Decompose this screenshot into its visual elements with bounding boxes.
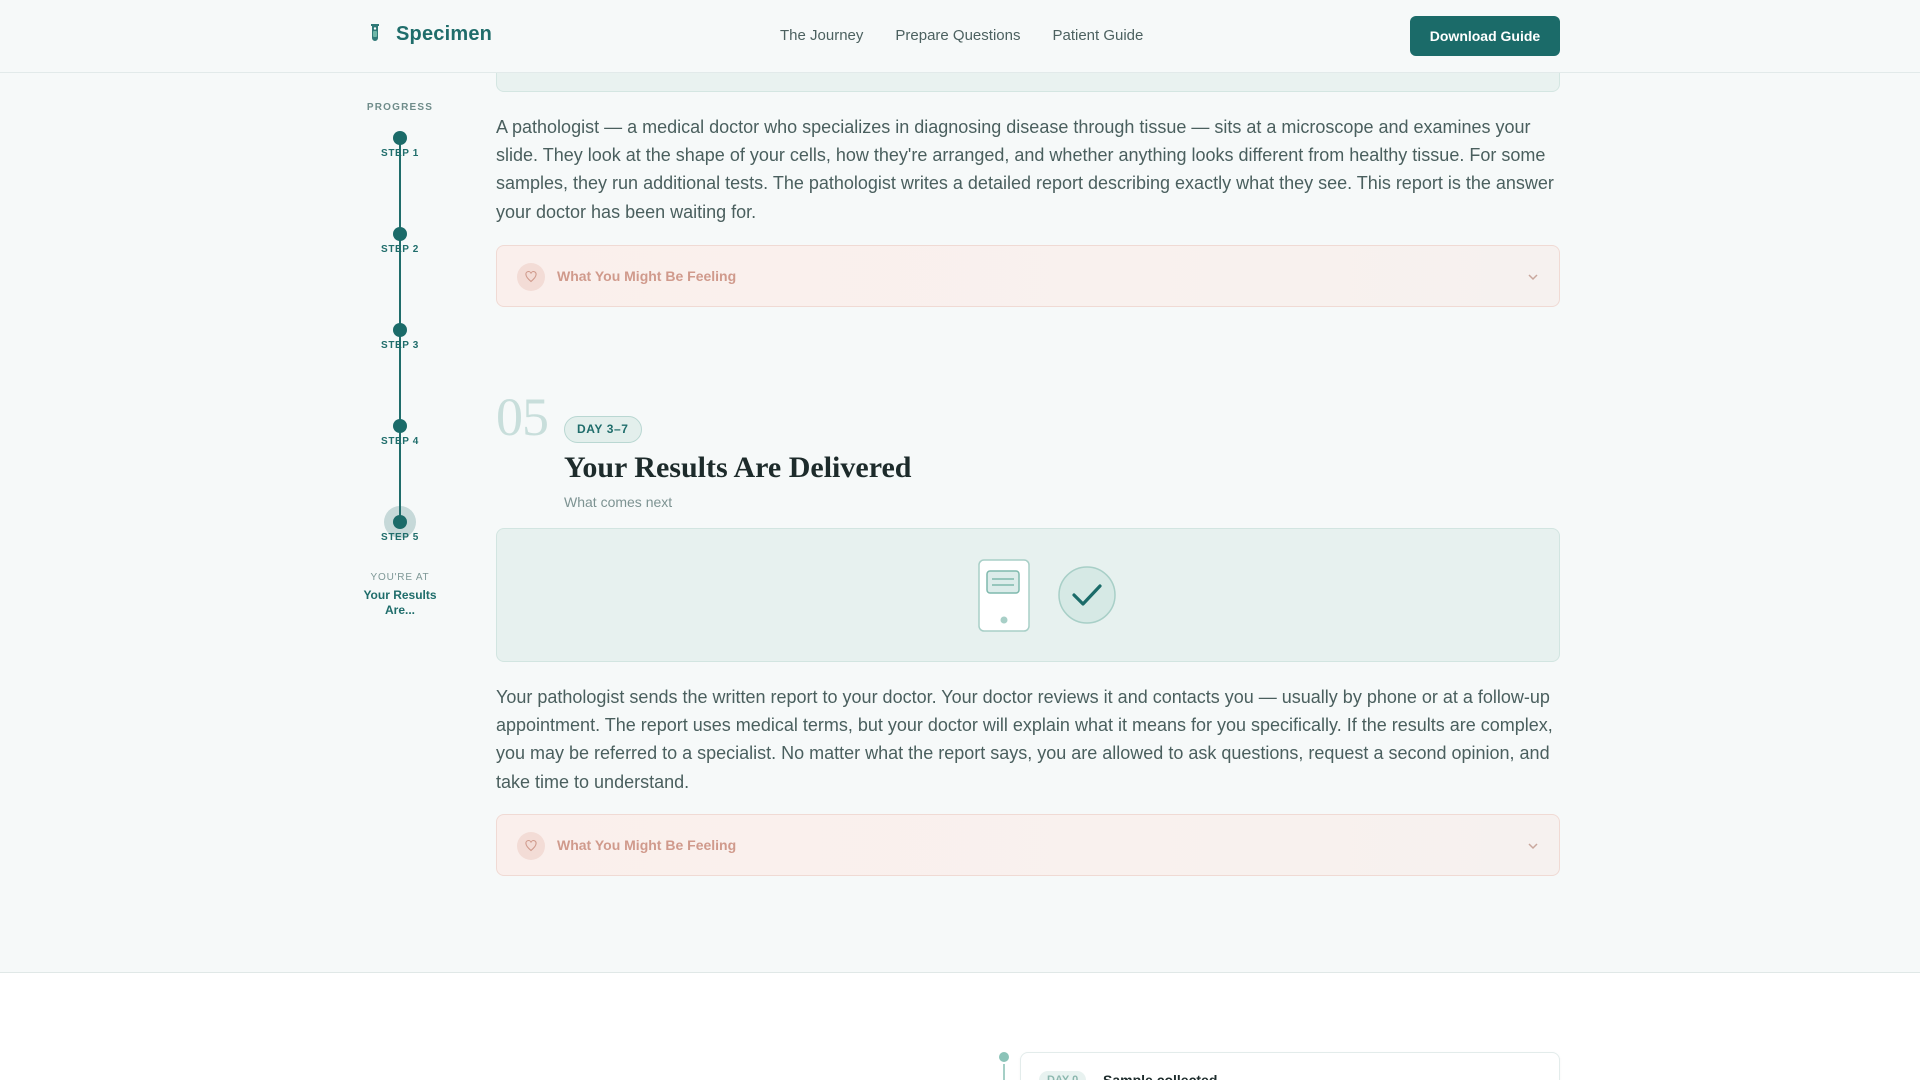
progress-title: PROGRESS xyxy=(366,102,434,113)
step-dot-current xyxy=(393,515,407,529)
checkmark-circle-icon xyxy=(1058,566,1116,624)
step-title: Your Results Are Delivered xyxy=(564,451,912,484)
step-label: STEP 4 xyxy=(381,436,419,447)
step-dot xyxy=(393,419,407,433)
step-label: STEP 1 xyxy=(381,148,419,159)
heart-icon xyxy=(517,832,545,860)
heart-icon xyxy=(517,263,545,291)
brand-logo[interactable]: Specimen xyxy=(366,22,492,46)
nav-link-the-journey[interactable]: The Journey xyxy=(780,27,863,44)
report-illustration xyxy=(978,559,1116,632)
step-label: STEP 2 xyxy=(381,244,419,255)
report-document-icon xyxy=(978,559,1030,632)
step-dot xyxy=(393,323,407,337)
event-title: Sample collected xyxy=(1103,1072,1218,1080)
nav-link-prepare-questions[interactable]: Prepare Questions xyxy=(895,27,1020,44)
youre-at-label: YOU'RE AT xyxy=(370,572,430,583)
current-step-name: Your Results Are... xyxy=(363,588,437,617)
timeline-line xyxy=(1003,1064,1005,1080)
step-label: STEP 5 xyxy=(381,532,419,543)
timeline-dot xyxy=(999,1052,1009,1062)
step-subtitle: What comes next xyxy=(564,494,673,510)
step-dot xyxy=(393,131,407,145)
step-label: STEP 3 xyxy=(381,340,419,351)
timeline-event-card[interactable]: DAY 0 Sample collected xyxy=(1020,1052,1560,1080)
main-nav: The Journey Prepare Questions Patient Gu… xyxy=(780,27,1143,44)
chevron-down-icon xyxy=(1528,274,1538,281)
step-4-body: A pathologist — a medical doctor who spe… xyxy=(496,117,1554,222)
day-badge: DAY 3–7 xyxy=(564,416,642,443)
specimen-tube-icon xyxy=(371,24,379,41)
step-5-illustration-card xyxy=(496,528,1560,662)
step-number: 05 xyxy=(496,387,549,447)
timeline-section xyxy=(0,973,1920,1080)
feelings-accordion-step-5[interactable]: What You Might Be Feeling xyxy=(496,814,1560,876)
download-guide-button[interactable]: Download Guide xyxy=(1410,16,1560,56)
step-dot xyxy=(393,227,407,241)
nav-link-patient-guide[interactable]: Patient Guide xyxy=(1052,27,1143,44)
step-5-body: Your pathologist sends the written repor… xyxy=(496,687,1553,792)
event-day-badge: DAY 0 xyxy=(1039,1071,1087,1080)
feelings-label: What You Might Be Feeling xyxy=(557,837,737,853)
site-header: Specimen The Journey Prepare Questions P… xyxy=(0,0,1920,73)
feelings-accordion-step-4[interactable]: What You Might Be Feeling xyxy=(496,245,1560,307)
feelings-label: What You Might Be Feeling xyxy=(557,268,737,284)
chevron-down-icon xyxy=(1528,843,1538,850)
brand-name: Specimen xyxy=(396,22,493,45)
